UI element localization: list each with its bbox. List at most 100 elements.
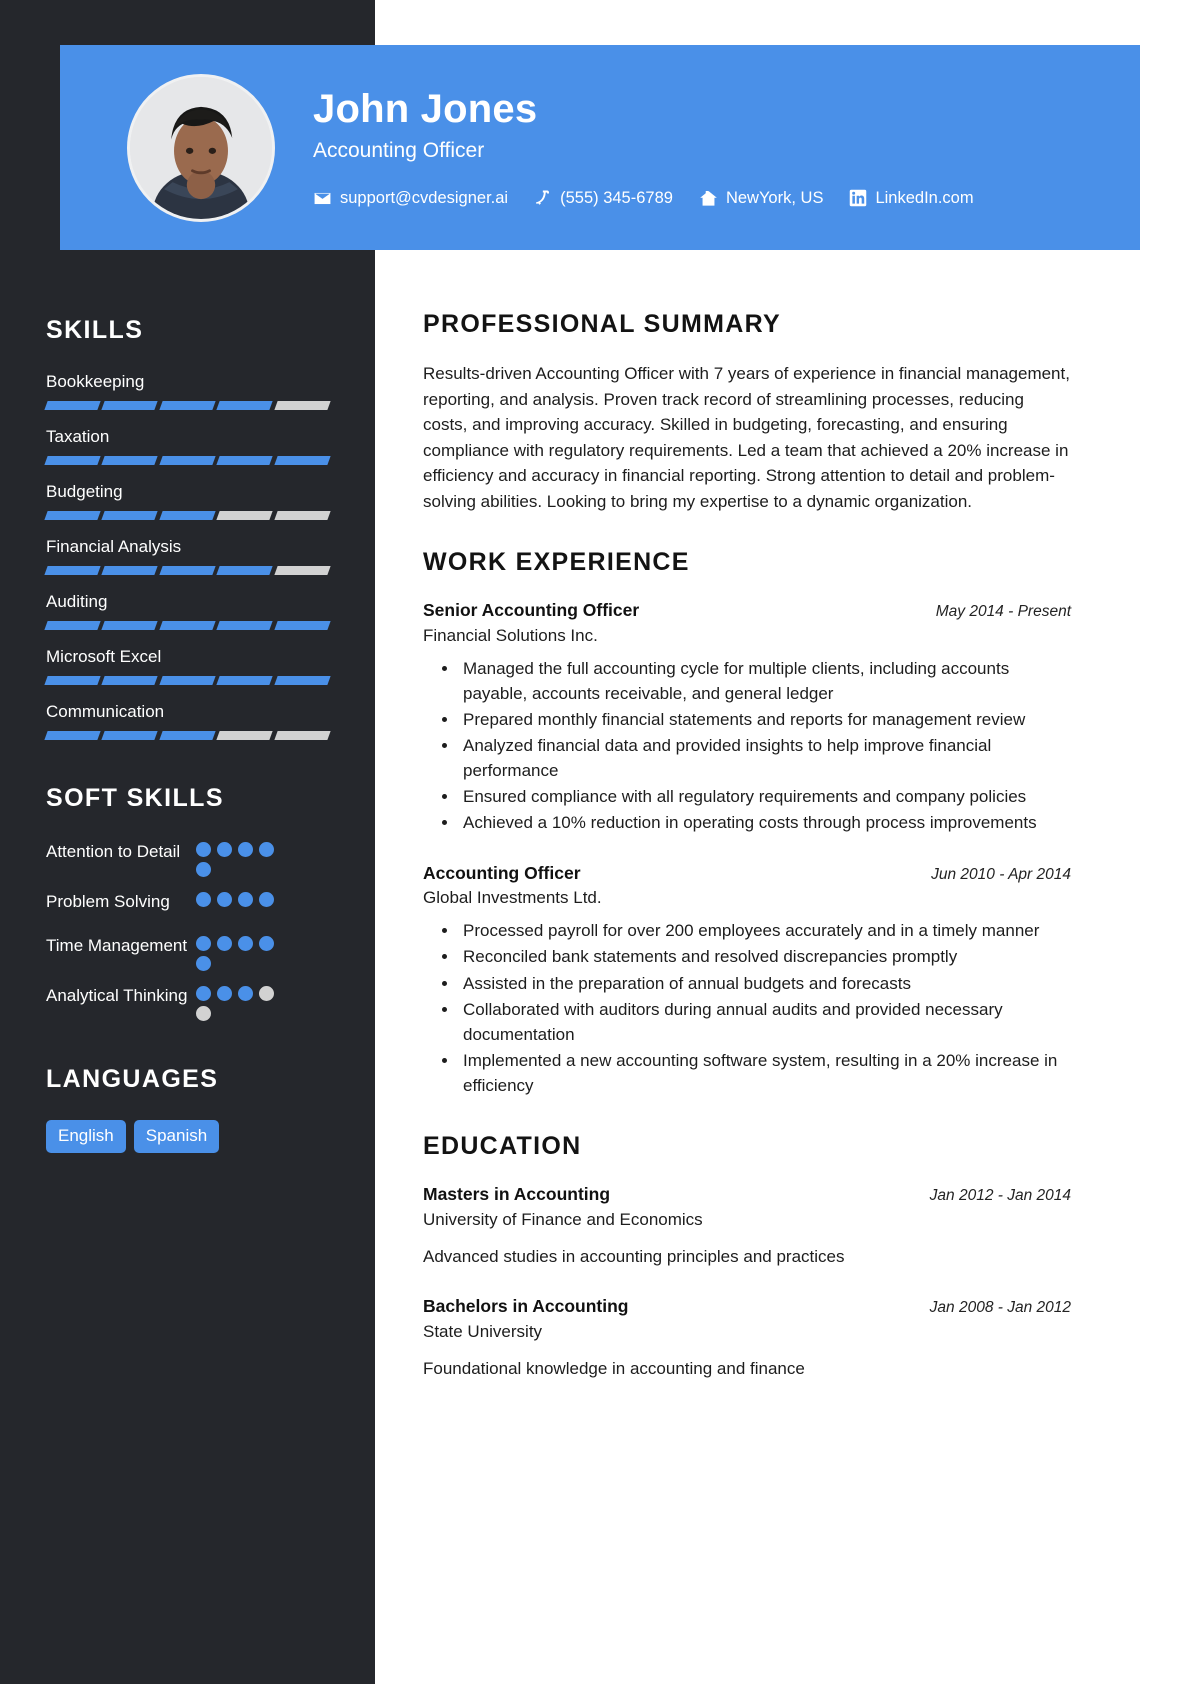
rating-dot (217, 935, 232, 951)
skill-level-segment (101, 510, 159, 520)
responsibility-item: Processed payroll for over 200 employees… (459, 918, 1071, 943)
skills-heading: SKILLS (46, 316, 144, 344)
skill-item: Bookkeeping (44, 371, 331, 410)
experience-entry: Accounting Officer Jun 2010 - Apr 2014 Glo… (423, 862, 1071, 1099)
degree-title: Bachelors in Accounting (423, 1296, 629, 1317)
summary-text: Results-driven Accounting Officer with 7… (423, 364, 1070, 511)
education-entry: Bachelors in Accounting Jan 2008 - Jan 20… (423, 1295, 1071, 1381)
job-date-range: May 2014 - Present (935, 603, 1071, 620)
skill-level-segment (216, 675, 274, 685)
skill-level-segment (44, 400, 102, 410)
skill-level-segment (101, 400, 159, 410)
degree-date-range: Jan 2008 - Jan 2012 (929, 1299, 1071, 1317)
skill-level-segment (159, 455, 216, 465)
envelope-icon (314, 192, 331, 205)
rating-dot (196, 955, 211, 971)
contact-linkedin[interactable]: LinkedIn.com (849, 188, 974, 208)
soft-skill-item: Analytical Thinking (46, 983, 329, 1021)
skill-level-segment (216, 510, 274, 520)
contact-phone[interactable]: (555) 345-6789 (534, 189, 673, 208)
soft-skill-rating (196, 933, 280, 971)
job-title: Accounting Officer (313, 138, 485, 162)
sidebar: SKILLS Bookkeeping Taxation Budgeting Finan… (0, 278, 375, 1153)
entry-header: Senior Accounting Officer May 2014 - Pres… (423, 599, 1071, 622)
skill-item: Auditing (44, 591, 331, 630)
school-name: University of Finance and Economics (423, 1210, 703, 1230)
education-entry: Masters in Accounting Jan 2012 - Jan 2014… (423, 1183, 1071, 1269)
skill-level-segment (159, 400, 216, 410)
rating-dot (238, 841, 253, 857)
rating-dot (217, 841, 232, 857)
contact-location[interactable]: NewYork, US (699, 189, 823, 208)
experience-section: WORK EXPERIENCE Senior Accounting Office… (423, 548, 1071, 1098)
contact-email[interactable]: support@cvdesigner.ai (313, 189, 508, 208)
rating-dot (196, 985, 211, 1001)
rating-dot (259, 891, 274, 907)
rating-dot (196, 891, 211, 907)
home-icon (700, 190, 717, 206)
job-title: Accounting Officer (423, 862, 581, 883)
skill-level-segment (101, 730, 159, 740)
soft-skill-name: Analytical Thinking (46, 985, 188, 1005)
skills-list: Bookkeeping Taxation Budgeting Financial An… (44, 371, 331, 740)
skill-level-segment (159, 565, 216, 575)
experience-heading: WORK EXPERIENCE (423, 548, 690, 576)
rating-dot (259, 985, 274, 1001)
experience-list: Senior Accounting Officer May 2014 - Pres… (423, 599, 1071, 1098)
rating-dot (217, 985, 232, 1001)
skill-name: Auditing (46, 591, 108, 611)
rating-dot (196, 935, 211, 951)
contact-linkedin-text: LinkedIn.com (875, 188, 974, 207)
responsibility-list: Processed payroll for over 200 employees… (423, 918, 1071, 1098)
soft-skill-rating (196, 983, 280, 1021)
soft-skills-heading: SOFT SKILLS (46, 783, 224, 812)
skill-item: Microsoft Excel (44, 646, 331, 685)
language-chip[interactable]: Spanish (133, 1119, 220, 1153)
languages-list: English Spanish (46, 1119, 329, 1153)
skill-level-segment (216, 565, 274, 575)
skill-level-segment (273, 565, 331, 575)
skill-level-segment (216, 620, 274, 630)
entry-header: Bachelors in Accounting Jan 2008 - Jan 20… (423, 1295, 1071, 1318)
contact-phone-text: (555) 345-6789 (560, 188, 673, 207)
skill-level-segment (159, 510, 216, 520)
skill-level-segment (273, 400, 331, 410)
skill-item: Financial Analysis (44, 536, 331, 575)
responsibility-list: Managed the full accounting cycle for mu… (423, 656, 1071, 836)
skill-level-segment (273, 620, 331, 630)
skill-name: Taxation (46, 426, 110, 446)
skill-level-bar (44, 675, 331, 685)
skill-level-segment (44, 565, 102, 575)
degree-title: Masters in Accounting (423, 1184, 611, 1205)
skill-name: Microsoft Excel (46, 646, 162, 666)
soft-skill-item: Problem Solving (46, 889, 329, 921)
school-name: State University (423, 1322, 543, 1342)
responsibility-item: Prepared monthly financial statements an… (459, 707, 1071, 732)
education-description: Foundational knowledge in accounting and… (423, 1358, 805, 1378)
skill-level-segment (273, 675, 331, 685)
skill-level-segment (101, 455, 159, 465)
skill-level-segment (101, 675, 159, 685)
education-section: EDUCATION Masters in Accounting Jan 2012 … (423, 1132, 1071, 1381)
rating-dot (196, 1005, 211, 1021)
language-chip[interactable]: English (46, 1119, 126, 1153)
skill-name: Communication (46, 701, 165, 721)
rating-dot (217, 891, 232, 907)
education-description: Advanced studies in accounting principle… (423, 1246, 845, 1266)
responsibility-item: Reconciled bank statements and resolved … (459, 944, 1071, 969)
soft-skill-item: Attention to Detail (46, 839, 329, 877)
responsibility-item: Implemented a new accounting software sy… (459, 1048, 1071, 1098)
skill-item: Communication (44, 701, 331, 740)
skill-level-segment (44, 510, 102, 520)
skill-level-segment (159, 675, 216, 685)
skill-level-segment (216, 730, 274, 740)
contact-row: support@cvdesigner.ai (555) 345-6789 New… (313, 189, 974, 208)
full-name: John Jones (313, 87, 538, 131)
responsibility-item: Ensured compliance with all regulatory r… (459, 784, 1071, 809)
skill-level-segment (216, 455, 274, 465)
rating-dot (259, 935, 274, 951)
education-list: Masters in Accounting Jan 2012 - Jan 2014… (423, 1183, 1071, 1381)
skill-level-bar (44, 455, 331, 465)
education-heading: EDUCATION (423, 1132, 582, 1161)
summary-heading: PROFESSIONAL SUMMARY (423, 310, 781, 338)
